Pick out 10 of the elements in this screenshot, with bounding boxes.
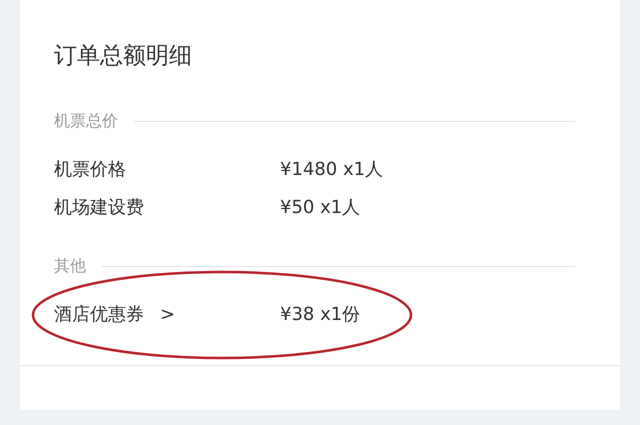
item-label[interactable]: 酒店优惠券: [54, 302, 144, 326]
chevron-icon[interactable]: >: [160, 304, 176, 324]
item-price: ¥38 x1份: [280, 303, 360, 326]
section-heading: 机票总价: [54, 111, 118, 132]
item-label: 机票价格: [54, 158, 126, 181]
item-price: ¥50 x1人: [280, 196, 360, 219]
item-price: ¥1480 x1人: [280, 158, 384, 181]
section-heading: 其他: [54, 256, 86, 277]
panel-title: 订单总额明细: [54, 42, 193, 71]
item-label: 机场建设费: [54, 196, 144, 219]
